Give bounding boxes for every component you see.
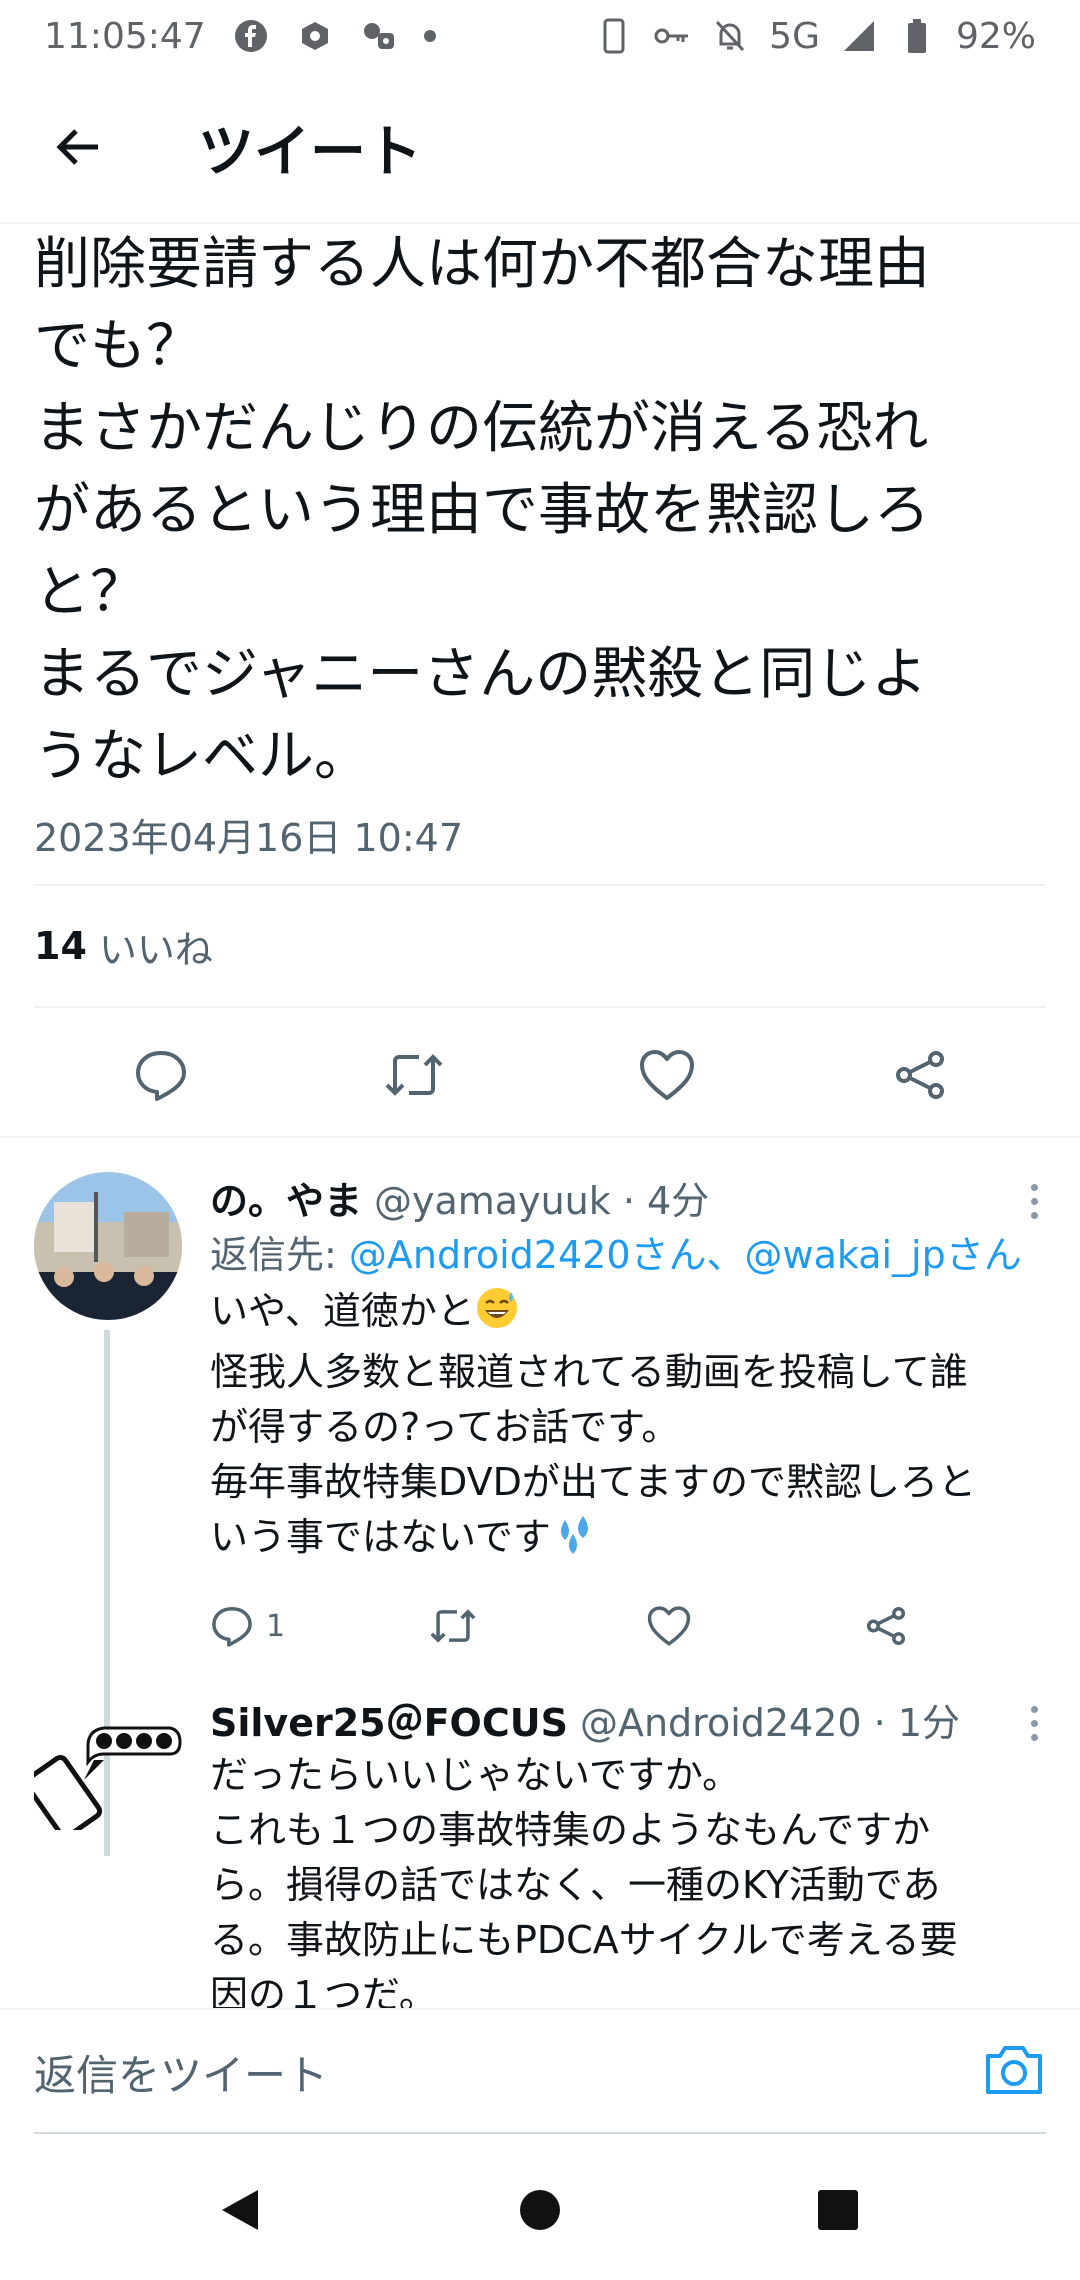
camera-button[interactable]: [982, 2042, 1046, 2102]
nav-back-button[interactable]: [210, 2180, 270, 2240]
reply-input[interactable]: 返信をツイート: [34, 2010, 984, 2134]
avatar[interactable]: [34, 1172, 182, 1320]
app-notification-icon: [296, 17, 334, 55]
sweat-smile-emoji-icon: [475, 1286, 519, 1345]
sweat-droplets-emoji-icon: [551, 1512, 597, 1571]
reply-author-name[interactable]: の。やま: [210, 1170, 362, 1225]
weather-icon: [360, 17, 398, 55]
more-options-button[interactable]: [1014, 1698, 1054, 1748]
like-label: いいね: [98, 927, 213, 972]
arrow-left-icon: [56, 129, 98, 165]
vpn-key-icon: [653, 17, 691, 55]
reply-content: Silver25＠FOCUS @Android2420 · 1分 だったらいいじ…: [210, 1690, 1040, 2023]
like-button[interactable]: [646, 1605, 864, 1647]
reply-count: 1: [266, 1608, 286, 1644]
like-stats[interactable]: 14 いいね: [34, 886, 1046, 1006]
app-header: ツイート: [0, 72, 1080, 224]
reply-button[interactable]: [126, 1040, 196, 1110]
tweet-actions: [34, 1008, 1046, 1142]
reply-text: いや、道徳かと 怪我人多数と報道されてる動画を投稿して誰 が得するの?ってお話で…: [210, 1284, 1040, 1571]
like-count: 14: [34, 924, 87, 968]
main-tweet: 削除要請する人は何か不都合な理由 でも？ まさかだんじりの伝統が消える恐れ があ…: [34, 224, 1046, 1142]
more-notifications-dot: [423, 30, 436, 42]
heart-icon: [639, 1050, 694, 1100]
reply-content: の。やま @yamayuuk · 4分 返信先: @Android2420さん、…: [210, 1168, 1040, 1671]
signal-icon: [840, 17, 878, 55]
reply-to-line: 返信先: @Android2420さん、@wakai_jpさん: [210, 1226, 1040, 1284]
speech-bubble-icon: [212, 1606, 252, 1647]
status-left: 11:05:47: [44, 16, 436, 57]
section-divider: [0, 1136, 1080, 1138]
reply-author-handle: @yamayuuk · 4分: [374, 1178, 710, 1223]
reply-text: だったらいいじゃないですか。 これも１つの事故特集のようなもんですか ら。損得の…: [210, 1753, 958, 2017]
input-underline: [34, 2132, 1046, 2134]
avatar[interactable]: [34, 1710, 182, 1858]
status-bar: 11:05:47 5G 92%: [0, 0, 1080, 72]
reply-item[interactable]: Silver25＠FOCUS @Android2420 · 1分 だったらいいじ…: [0, 1690, 1080, 2017]
reply-item[interactable]: の。やま @yamayuuk · 4分 返信先: @Android2420さん、…: [0, 1168, 1080, 1856]
share-button[interactable]: [885, 1040, 955, 1110]
reply-to-label: 返信先:: [210, 1233, 349, 1277]
speech-bubble-icon: [135, 1051, 186, 1101]
camera-icon: [986, 2046, 1042, 2094]
tweet-text: 削除要請する人は何か不都合な理由 でも？ まさかだんじりの伝統が消える恐れ があ…: [34, 232, 930, 789]
retweet-icon: [430, 1609, 476, 1643]
battery-icon: [898, 17, 936, 55]
status-time: 11:05:47: [44, 15, 206, 57]
square-recents-icon: [818, 2190, 858, 2230]
reply-actions: 1: [210, 1581, 1040, 1671]
status-right: 5G 92%: [595, 16, 1036, 57]
circle-home-icon: [520, 2190, 560, 2230]
nav-home-button[interactable]: [510, 2180, 570, 2240]
share-icon: [866, 1606, 906, 1646]
share-button[interactable]: [864, 1604, 908, 1648]
like-button[interactable]: [632, 1040, 702, 1110]
reply-text-line1: いや、道徳かと: [210, 1289, 475, 1333]
heart-icon: [647, 1606, 691, 1646]
battery-percent: 92%: [955, 15, 1036, 57]
system-navigation-bar: [0, 2140, 1080, 2280]
page-title: ツイート: [198, 119, 422, 185]
facebook-icon: [232, 17, 270, 55]
more-options-button[interactable]: [1014, 1176, 1054, 1226]
triangle-back-icon: [222, 2190, 258, 2230]
reply-to-mentions[interactable]: @Android2420さん、@wakai_jpさん: [349, 1233, 1022, 1277]
retweet-icon: [385, 1054, 442, 1096]
reply-header: の。やま @yamayuuk · 4分: [210, 1168, 1040, 1226]
reply-composer: 返信をツイート: [0, 2008, 1080, 2134]
nav-recents-button[interactable]: [808, 2180, 868, 2240]
retweet-button[interactable]: [428, 1604, 646, 1648]
network-type: 5G: [769, 15, 820, 57]
mute-bell-icon: [711, 17, 749, 55]
retweet-button[interactable]: [379, 1040, 449, 1110]
reply-author-handle: @Android2420 · 1分: [579, 1700, 961, 1745]
back-button[interactable]: [48, 117, 108, 177]
phone-icon: [595, 17, 633, 55]
reply-header: Silver25＠FOCUS @Android2420 · 1分: [210, 1690, 1040, 1748]
reply-button[interactable]: 1: [210, 1604, 428, 1648]
share-icon: [895, 1051, 944, 1099]
tweet-timestamp: 2023年04月16日 10:47: [34, 816, 464, 860]
reply-author-name[interactable]: Silver25＠FOCUS: [210, 1692, 568, 1747]
